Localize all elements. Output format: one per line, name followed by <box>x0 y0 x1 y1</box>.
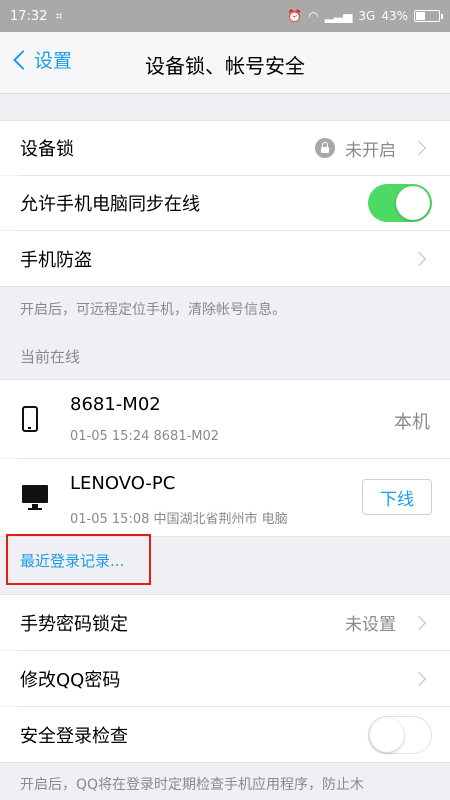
chevron-right-icon <box>411 140 427 156</box>
safe-login-label: 安全登录检查 <box>20 725 128 747</box>
signal-icon: ▂▃▅ <box>324 9 353 23</box>
desktop-icon <box>22 485 48 510</box>
current-device-tag: 本机 <box>394 412 430 433</box>
sync-online-label: 允许手机电脑同步在线 <box>20 194 200 215</box>
wifi-icon: ◠ <box>308 9 319 23</box>
network-type: 3G <box>358 9 376 23</box>
divider <box>0 286 450 287</box>
anti-theft-row[interactable]: 手机防盗 <box>0 231 450 286</box>
gesture-lock-value: 未设置 <box>345 615 396 635</box>
battery-percent: 43% <box>381 9 408 23</box>
nav-bar: 设置 设备锁、帐号安全 <box>0 32 450 94</box>
device-item: 8681-M02 01-05 15:24 8681-M02 本机 <box>0 380 450 458</box>
device-item: LENOVO-PC 01-05 15:08 中国湖北省荆州市 电脑 下线 <box>0 459 450 536</box>
sync-online-row: 允许手机电脑同步在线 <box>0 176 450 230</box>
change-password-label: 修改QQ密码 <box>20 669 121 691</box>
phone-icon <box>22 406 38 432</box>
device-lock-status: 未开启 <box>315 136 396 161</box>
battery-icon <box>414 10 443 22</box>
status-right: ⏰ ◠ ▂▃▅ 3G 43% <box>287 9 443 23</box>
device-name: 8681-M02 <box>70 394 161 415</box>
toggle-knob <box>370 717 404 752</box>
status-time: 17:32 <box>10 8 48 24</box>
device-lock-row[interactable]: 设备锁 未开启 <box>0 121 450 175</box>
current-online-label: 当前在线 <box>20 348 81 366</box>
chevron-right-icon <box>411 671 427 686</box>
page-title: 设备锁、帐号安全 <box>145 54 305 78</box>
highlight-box <box>6 534 151 585</box>
device-meta: 01-05 15:24 8681-M02 <box>70 429 220 444</box>
change-password-row[interactable]: 修改QQ密码 <box>0 651 450 706</box>
alarm-icon: ⏰ <box>287 9 303 23</box>
gesture-lock-row[interactable]: 手势密码锁定 未设置 <box>0 595 450 650</box>
lock-icon <box>315 138 335 158</box>
force-offline-button[interactable]: 下线 <box>362 479 432 515</box>
device-lock-label: 设备锁 <box>20 139 74 160</box>
toggle-knob <box>396 186 430 220</box>
device-lock-value: 未开启 <box>345 140 396 161</box>
anti-theft-label: 手机防盗 <box>20 249 92 271</box>
divider <box>0 762 450 763</box>
anti-theft-hint: 开启后，可远程定位手机，清除帐号信息。 <box>20 302 286 318</box>
device-name: LENOVO-PC <box>70 473 176 494</box>
screenshot-icon: ⌗ <box>55 8 63 23</box>
device-meta: 01-05 15:08 中国湖北省荆州市 电脑 <box>70 512 288 527</box>
gesture-lock-label: 手势密码锁定 <box>20 613 128 635</box>
chevron-right-icon <box>411 615 427 630</box>
safe-login-toggle[interactable] <box>368 715 432 754</box>
sync-online-toggle[interactable] <box>368 184 432 222</box>
chevron-right-icon <box>411 251 427 266</box>
safe-login-hint: 开启后，QQ将在登录时定期检查手机应用程序，防止木 <box>20 777 365 793</box>
safe-login-row: 安全登录检查 <box>0 707 450 762</box>
status-bar: 17:32 ⌗ ⏰ ◠ ▂▃▅ 3G 43% <box>0 0 450 32</box>
